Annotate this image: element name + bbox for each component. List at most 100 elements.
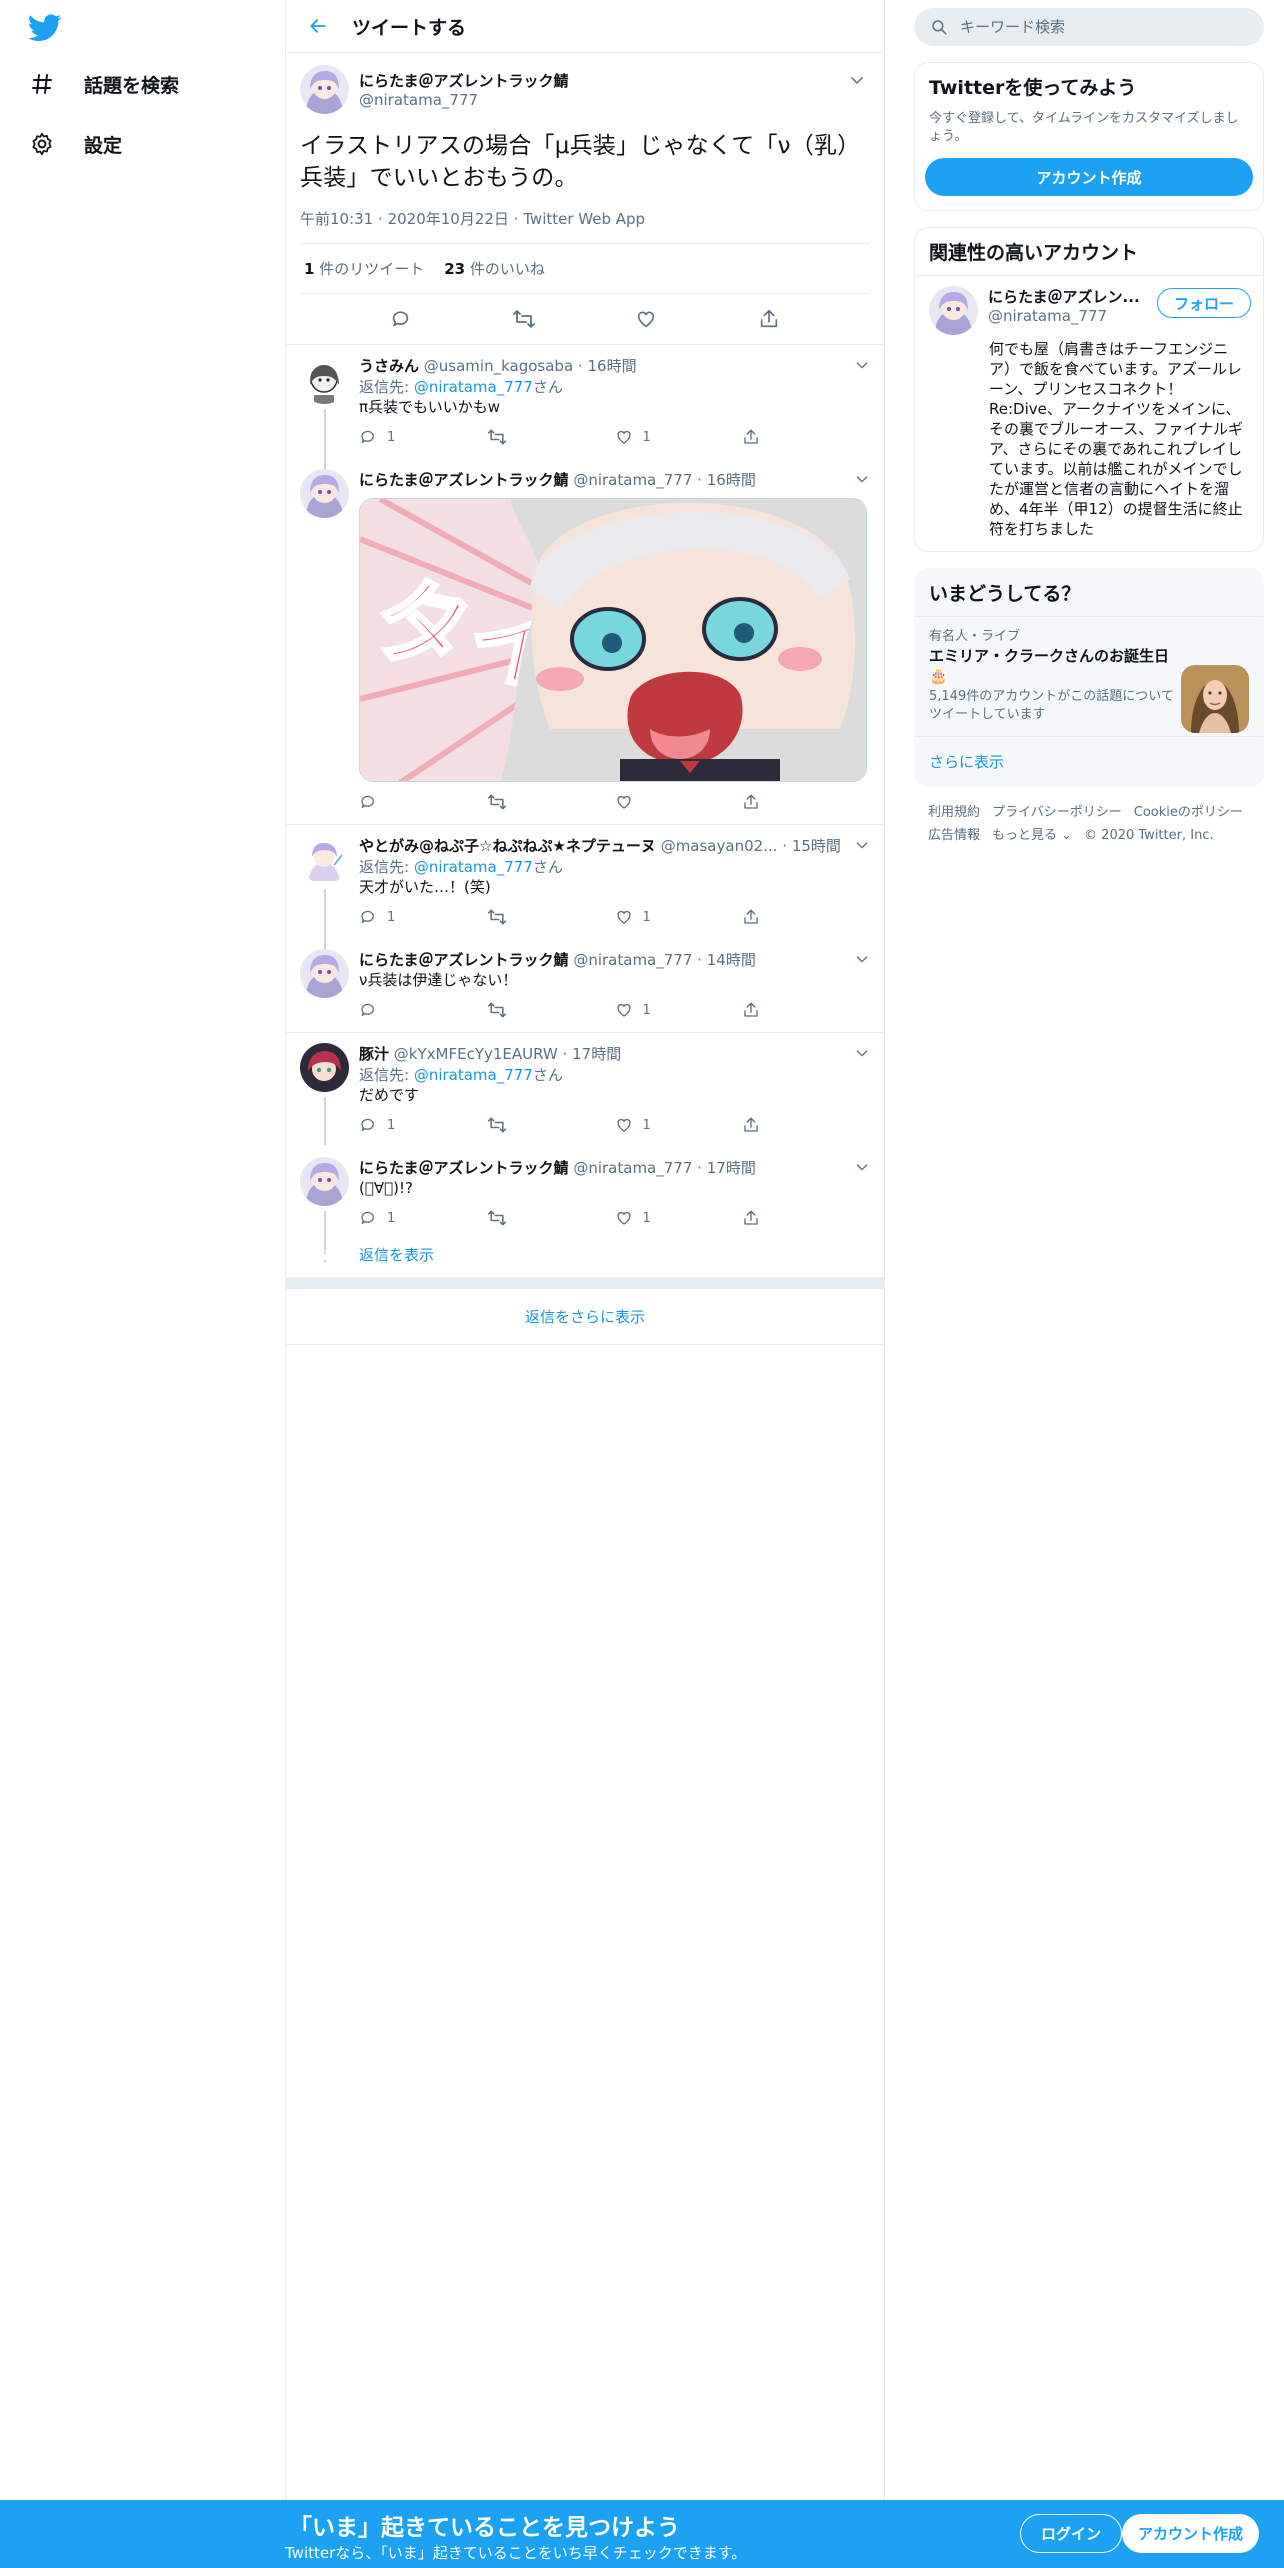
- reply-button[interactable]: [359, 793, 487, 811]
- reply-button[interactable]: 1: [359, 1116, 487, 1134]
- login-button[interactable]: ログイン: [1020, 2514, 1123, 2553]
- author-name[interactable]: うさみん: [359, 357, 419, 375]
- avatar[interactable]: [929, 286, 978, 335]
- like-button[interactable]: [626, 299, 666, 339]
- avatar[interactable]: [300, 1157, 349, 1206]
- retweet-icon: [487, 1000, 507, 1020]
- retweet-button[interactable]: [487, 1115, 615, 1135]
- avatar[interactable]: [300, 835, 349, 884]
- show-more-replies-button[interactable]: 返信をさらに表示: [286, 1289, 884, 1345]
- footer-link-more[interactable]: もっと見る ⌄: [992, 824, 1072, 847]
- twitter-bird-icon[interactable]: [28, 14, 62, 42]
- tweet-time[interactable]: 16時間: [587, 357, 636, 375]
- tweet-source[interactable]: Twitter Web App: [523, 210, 645, 228]
- signup-button[interactable]: アカウント作成: [1122, 2514, 1260, 2553]
- retweet-icon: [487, 1208, 507, 1228]
- retweet-button[interactable]: [487, 1000, 615, 1020]
- reply-button[interactable]: 1: [359, 1209, 487, 1227]
- footer-link-ads[interactable]: 広告情報: [928, 824, 980, 847]
- like-button[interactable]: [615, 793, 743, 811]
- heart-icon: [615, 1116, 633, 1134]
- like-button[interactable]: 1: [615, 1116, 743, 1134]
- author-name[interactable]: にらたま＠アズレントラック鯖: [359, 951, 569, 969]
- reply-button[interactable]: 1: [359, 908, 487, 926]
- create-account-button[interactable]: アカウント作成: [925, 158, 1253, 196]
- share-button[interactable]: [742, 1209, 870, 1227]
- author-handle[interactable]: @niratama_777: [573, 951, 692, 969]
- nav-item-explore[interactable]: 話題を検索: [28, 70, 179, 98]
- like-button[interactable]: 1: [615, 1209, 743, 1227]
- mention-link[interactable]: @niratama_777: [414, 378, 533, 396]
- author-handle[interactable]: @masayan02...: [661, 837, 778, 855]
- avatar[interactable]: [300, 949, 349, 998]
- retweet-button[interactable]: [487, 792, 615, 812]
- tweet-time[interactable]: 午前10:31: [300, 210, 373, 228]
- tweet-image[interactable]: タイ: [359, 498, 867, 782]
- nav-item-settings[interactable]: 設定: [28, 130, 122, 158]
- footer-link-cookies[interactable]: Cookieのポリシー: [1134, 801, 1243, 824]
- retweet-button[interactable]: [487, 907, 615, 927]
- chevron-down-icon[interactable]: [854, 1045, 870, 1061]
- tweet-time[interactable]: 15時間: [792, 837, 841, 855]
- author-handle[interactable]: @kYxMFEcYy1EAURW: [394, 1045, 558, 1063]
- author-name[interactable]: やとがみ@ねぷ子☆ねぷねぷ★ネプテューヌ: [359, 837, 656, 855]
- retweet-button[interactable]: [487, 427, 615, 447]
- search-box[interactable]: [914, 8, 1264, 46]
- tweet-time[interactable]: 14時間: [707, 951, 756, 969]
- tweet-date[interactable]: 2020年10月22日: [388, 210, 509, 228]
- author-info[interactable]: にらたま＠アズレントラック鯖 @niratama_777: [359, 70, 569, 109]
- like-button[interactable]: 1: [615, 1001, 743, 1019]
- retweet-button[interactable]: [504, 299, 544, 339]
- tweet-time[interactable]: 17時間: [572, 1045, 621, 1063]
- author-handle[interactable]: @usamin_kagosaba: [424, 357, 573, 375]
- footer-link-terms[interactable]: 利用規約: [928, 801, 980, 824]
- author-name[interactable]: にらたま＠アズレントラック鯖: [359, 471, 569, 489]
- chevron-down-icon[interactable]: [854, 951, 870, 967]
- reply-button[interactable]: [359, 1001, 487, 1019]
- reply-tweet[interactable]: うさみん @usamin_kagosaba · 16時間 返信先: @nirat…: [286, 345, 884, 499]
- related-account[interactable]: にらたま＠アズレン... @niratama_777 フォロー: [915, 275, 1263, 347]
- chevron-down-icon[interactable]: [848, 71, 866, 89]
- search-input[interactable]: [960, 18, 1220, 36]
- share-button[interactable]: [742, 1116, 870, 1134]
- show-more-trends[interactable]: さらに表示: [915, 736, 1263, 786]
- share-button[interactable]: [749, 299, 789, 339]
- reply-tweet[interactable]: にらたま＠アズレントラック鯖 @niratama_777 · 14時間 ν兵装は…: [286, 939, 884, 1033]
- avatar[interactable]: [300, 355, 349, 404]
- chevron-down-icon[interactable]: [854, 357, 870, 373]
- mention-link[interactable]: @niratama_777: [414, 858, 533, 876]
- author-name[interactable]: にらたま＠アズレントラック鯖: [359, 1159, 569, 1177]
- retweet-button[interactable]: [487, 1208, 615, 1228]
- reply-button[interactable]: 1: [359, 428, 487, 446]
- like-button[interactable]: 1: [615, 908, 743, 926]
- author-handle[interactable]: @niratama_777: [573, 1159, 692, 1177]
- share-button[interactable]: [742, 908, 870, 926]
- share-button[interactable]: [742, 793, 870, 811]
- retweets-stat[interactable]: 1 件のリツイート: [304, 258, 424, 279]
- avatar[interactable]: [300, 469, 349, 518]
- like-button[interactable]: 1: [615, 428, 743, 446]
- avatar[interactable]: [300, 1043, 349, 1092]
- reply-tweet[interactable]: にらたま＠アズレントラック鯖 @niratama_777 · 17時間 (ﾟ∀ﾟ…: [286, 1147, 884, 1251]
- share-button[interactable]: [742, 428, 870, 446]
- reply-button[interactable]: [381, 299, 421, 339]
- likes-stat[interactable]: 23 件のいいね: [444, 258, 545, 279]
- tweet-time[interactable]: 17時間: [707, 1159, 756, 1177]
- avatar[interactable]: [300, 65, 349, 114]
- reply-tweet[interactable]: にらたま＠アズレントラック鯖 @niratama_777 · 16時間 タイ: [286, 459, 884, 825]
- mention-link[interactable]: @niratama_777: [414, 1066, 533, 1084]
- tweet-time[interactable]: 16時間: [707, 471, 756, 489]
- chevron-down-icon[interactable]: [854, 837, 870, 853]
- reply-tweet[interactable]: やとがみ@ねぷ子☆ねぷねぷ★ネプテューヌ @masayan02... · 15時…: [286, 825, 884, 955]
- author-name[interactable]: 豚汁: [359, 1045, 389, 1063]
- share-button[interactable]: [742, 1001, 870, 1019]
- chevron-down-icon[interactable]: [854, 471, 870, 487]
- show-replies-link[interactable]: 返信を表示: [286, 1240, 884, 1277]
- back-button[interactable]: [300, 8, 336, 44]
- reply-tweet[interactable]: 豚汁 @kYxMFEcYy1EAURW · 17時間 返信先: @niratam…: [286, 1033, 884, 1147]
- trend-item[interactable]: 有名人・ライブ エミリア・クラークさんのお誕生日🎂 5,149件のアカウントがこ…: [915, 616, 1263, 736]
- follow-button[interactable]: フォロー: [1156, 288, 1251, 318]
- chevron-down-icon[interactable]: [854, 1159, 870, 1175]
- footer-link-privacy[interactable]: プライバシーポリシー: [992, 801, 1122, 824]
- author-handle[interactable]: @niratama_777: [573, 471, 692, 489]
